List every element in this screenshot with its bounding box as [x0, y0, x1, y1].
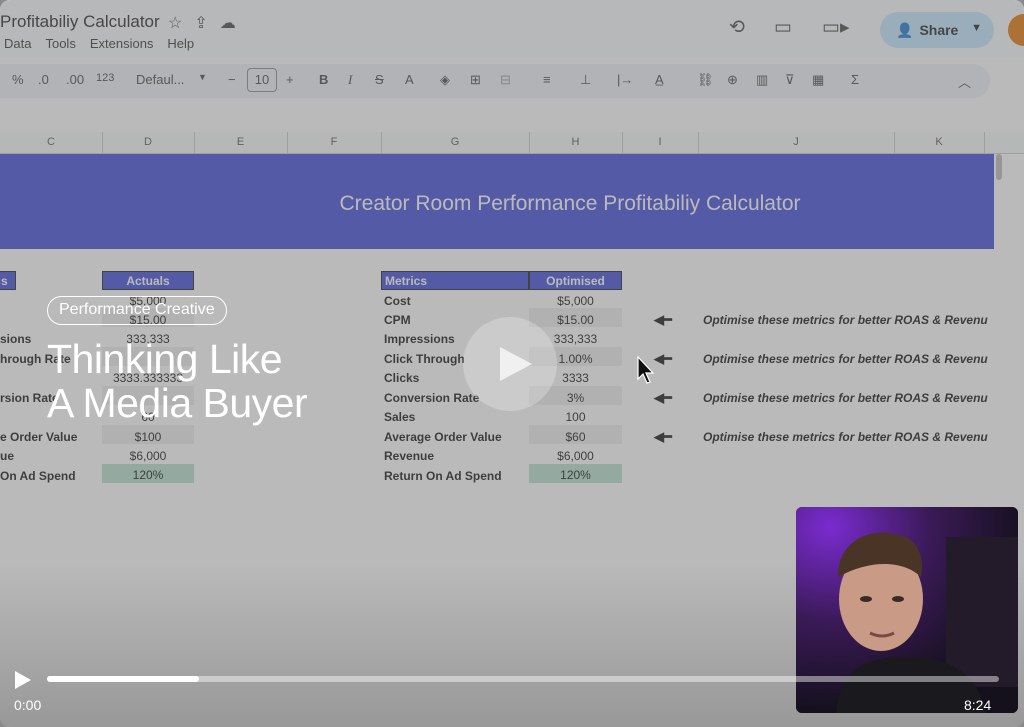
category-pill: Performance Creative: [47, 296, 227, 325]
play-pause-button[interactable]: [15, 671, 31, 689]
presenter-video: [796, 507, 1018, 713]
progress-track[interactable]: [47, 676, 999, 682]
total-duration: 8:24: [964, 697, 992, 713]
video-player[interactable]: Profitabiliy Calculator ☆ ⇪ ☁ Data Tools…: [0, 0, 1024, 727]
headline-line-1: Thinking Like: [47, 336, 283, 382]
big-play-button[interactable]: [463, 317, 557, 411]
mouse-cursor-icon: [637, 355, 655, 384]
headline-line-2: A Media Buyer: [47, 380, 308, 426]
play-icon: [500, 347, 532, 381]
current-time: 0:00: [14, 697, 42, 713]
progress-fill: [47, 676, 200, 682]
video-headline: Thinking Like A Media Buyer: [47, 336, 308, 426]
webcam-overlay: [796, 507, 1018, 713]
